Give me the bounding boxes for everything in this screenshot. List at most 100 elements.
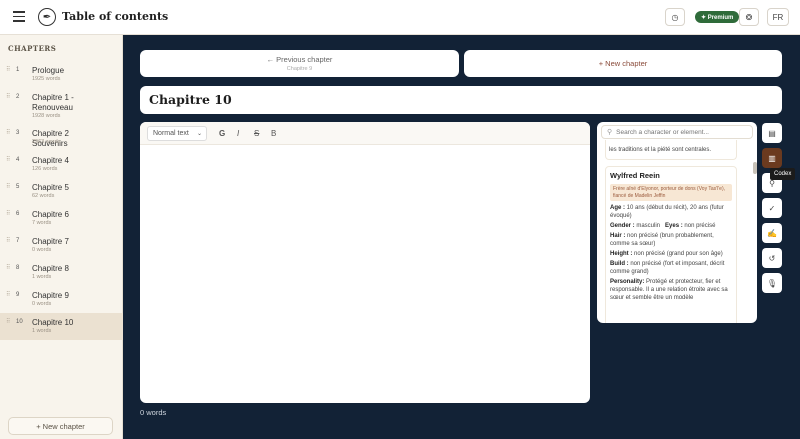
strikethrough-button[interactable]: S xyxy=(254,129,259,138)
character-name: Wylfred Reein xyxy=(610,171,660,180)
chapter-title: Chapitre 9 xyxy=(32,291,69,300)
chapter-title: Chapitre 5 xyxy=(32,183,69,192)
personality-label: Personality: xyxy=(610,279,645,285)
hair-value: non précisé (brun probablement, comme sa… xyxy=(610,233,714,247)
chapter-number: 8 xyxy=(16,265,20,271)
chapter-item[interactable]: ⠿ 6 Chapitre 6 7 words xyxy=(0,205,123,232)
microphone-button[interactable]: 🎙 xyxy=(762,273,782,293)
history-clock-button[interactable]: ◷ xyxy=(665,8,685,26)
chapter-number: 1 xyxy=(16,67,20,73)
chapter-item[interactable]: ⠿ 7 Chapitre 7 0 words xyxy=(0,232,123,259)
eyes-value: non précisé xyxy=(684,223,716,229)
codex-search-input[interactable] xyxy=(616,128,747,136)
chapter-title-input[interactable] xyxy=(149,92,749,107)
codex-card-character[interactable]: Wylfred Reein Frère aîné d'Elyonor, port… xyxy=(605,166,737,323)
bold-button[interactable]: G xyxy=(219,129,225,138)
language-button[interactable]: FR xyxy=(767,8,789,26)
codex-card-previous[interactable]: les traditions et la piété sont centrale… xyxy=(605,140,737,160)
text-editor[interactable]: Normal text ⌄ G I S B xyxy=(140,122,590,403)
chapter-item[interactable]: ⠿ 4 Chapitre 4 126 words xyxy=(0,151,123,178)
menu-icon[interactable] xyxy=(13,11,25,23)
gender-label: Gender : xyxy=(610,223,635,229)
history-button[interactable]: ↺ xyxy=(762,248,782,268)
sidebar-new-chapter-button[interactable]: + New chapter xyxy=(8,417,113,435)
chapter-title: Chapitre 8 xyxy=(32,264,69,273)
chapter-word-count: 62 words xyxy=(32,193,55,199)
chapter-item[interactable]: ⠿ 5 Chapitre 5 62 words xyxy=(0,178,123,205)
age-label: Age : xyxy=(610,205,625,211)
drag-handle-icon[interactable]: ⠿ xyxy=(6,93,10,100)
chapter-title: Prologue xyxy=(32,66,65,75)
page-title: Table of contents xyxy=(62,10,169,23)
chapter-number: 9 xyxy=(16,292,20,298)
hair-label: Hair : xyxy=(610,233,626,239)
chapter-number: 10 xyxy=(16,319,23,325)
editor-word-count: 0 words xyxy=(140,408,167,417)
chapter-word-count: 126 words xyxy=(32,166,58,172)
character-gender-eyes: Gender : masculin Eyes : non précisé xyxy=(610,222,732,230)
codex-button[interactable]: ▥ xyxy=(762,148,782,168)
premium-button[interactable]: ✦ Premium xyxy=(695,11,740,23)
chapter-word-count: 0 words xyxy=(32,247,52,253)
character-hair: Hair : non précisé (brun probablement, c… xyxy=(610,232,732,248)
drag-handle-icon[interactable]: ⠿ xyxy=(6,129,10,136)
chevron-down-icon: ⌄ xyxy=(196,131,202,137)
text-style-value: Normal text xyxy=(153,130,189,137)
sidebar-heading: CHAPTERS xyxy=(8,44,57,53)
theme-button[interactable]: ❂ xyxy=(739,8,759,26)
text-style-select[interactable]: Normal text ⌄ xyxy=(147,126,207,141)
clock-icon: ◷ xyxy=(671,12,679,22)
new-chapter-label: + New chapter xyxy=(598,59,648,68)
height-value: non précisé (grand pour son âge) xyxy=(634,251,723,257)
chapter-number: 5 xyxy=(16,184,20,190)
chapter-item[interactable]: ⠿ 9 Chapitre 9 0 words xyxy=(0,286,123,313)
drag-handle-icon[interactable]: ⠿ xyxy=(6,264,10,271)
drag-handle-icon[interactable]: ⠿ xyxy=(6,237,10,244)
character-personality: Personality: Protégé et protecteur, fier… xyxy=(610,278,732,302)
italic-button[interactable]: I xyxy=(237,129,239,138)
build-label: Build : xyxy=(610,261,629,267)
drag-handle-icon[interactable]: ⠿ xyxy=(6,183,10,190)
chapter-title-bar xyxy=(140,86,782,114)
document-icon: ▤ xyxy=(768,128,776,138)
chapter-title: Chapitre 7 xyxy=(32,237,69,246)
drag-handle-icon[interactable]: ⠿ xyxy=(6,291,10,298)
previous-chapter-button[interactable]: ← Previous chapter Chapitre 9 xyxy=(140,50,459,77)
check-button[interactable]: ✓ xyxy=(762,198,782,218)
chapter-item-active[interactable]: ⠿ 10 Chapitre 10 1 words xyxy=(0,313,123,340)
height-label: Height : xyxy=(610,251,633,257)
codex-panel: ⚲ les traditions et la piété sont centra… xyxy=(597,122,757,323)
previous-chapter-name: Chapitre 9 xyxy=(286,66,313,72)
history-icon: ↺ xyxy=(768,253,776,263)
drag-handle-icon[interactable]: ⠿ xyxy=(6,210,10,217)
chapter-number: 2 xyxy=(16,94,20,100)
chapter-number: 6 xyxy=(16,211,20,217)
document-button[interactable]: ▤ xyxy=(762,123,782,143)
character-build: Build : non précisé (fort et imposant, d… xyxy=(610,260,732,276)
drag-handle-icon[interactable]: ⠿ xyxy=(6,318,10,325)
chapter-word-count: 1 words xyxy=(32,274,52,280)
format-button[interactable]: B xyxy=(271,129,276,138)
codex-scrollbar[interactable] xyxy=(753,162,757,174)
search-icon: ⚲ xyxy=(607,129,613,136)
age-value: 10 ans (début du récit), 20 ans (futur é… xyxy=(610,205,724,219)
drag-handle-icon[interactable]: ⠿ xyxy=(6,66,10,73)
new-chapter-button[interactable]: + New chapter xyxy=(464,50,782,77)
signature-button[interactable]: ✍ xyxy=(762,223,782,243)
chapter-number: 7 xyxy=(16,238,20,244)
eyes-label: Eyes : xyxy=(665,223,683,229)
quill-logo-icon: ✒ xyxy=(38,8,56,26)
previous-chapter-label: ← Previous chapter xyxy=(266,55,333,64)
chapter-item[interactable]: ⠿ 2 Chapitre 1 - Renouveau 1928 words xyxy=(0,88,123,124)
chapter-item[interactable]: ⠿ 1 Prologue 1925 words xyxy=(0,61,123,88)
codex-card-text: les traditions et la piété sont centrale… xyxy=(609,147,712,153)
chapter-item[interactable]: ⠿ 3 Chapitre 2 Souvenirs 2963 words xyxy=(0,124,123,151)
chapter-item[interactable]: ⠿ 8 Chapitre 8 1 words xyxy=(0,259,123,286)
drag-handle-icon[interactable]: ⠿ xyxy=(6,156,10,163)
chapter-number: 3 xyxy=(16,130,20,136)
codex-tooltip: Codex xyxy=(770,168,796,180)
chapter-word-count: 1925 words xyxy=(32,76,61,82)
character-age: Age : 10 ans (début du récit), 20 ans (f… xyxy=(610,204,732,220)
check-icon: ✓ xyxy=(768,203,776,213)
character-height: Height : non précisé (grand pour son âge… xyxy=(610,250,732,258)
